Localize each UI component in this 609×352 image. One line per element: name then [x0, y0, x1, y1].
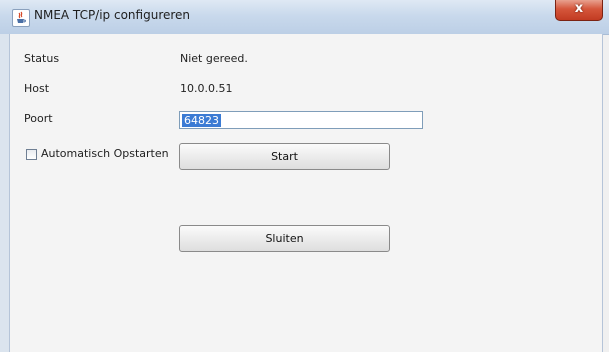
close-icon[interactable]: x [555, 0, 603, 21]
window-title: NMEA TCP/ip configureren [34, 8, 191, 22]
start-button[interactable]: Start [179, 143, 390, 170]
port-input-selected-text: 64823 [182, 114, 221, 127]
status-value: Niet gereed. [180, 52, 248, 65]
port-input[interactable]: 64823 [179, 111, 423, 129]
autostart-label[interactable]: Automatisch Opstarten [41, 147, 169, 160]
host-value: 10.0.0.51 [180, 82, 233, 95]
close-button[interactable]: Sluiten [179, 225, 390, 252]
port-label: Poort [24, 112, 53, 125]
autostart-checkbox[interactable] [26, 149, 37, 160]
status-label: Status [24, 52, 60, 65]
host-label: Host [24, 82, 50, 95]
java-app-icon [12, 9, 30, 27]
close-glyph: x [574, 1, 584, 16]
dialog-window: NMEA TCP/ip configureren x Status Niet g… [0, 0, 609, 352]
title-bar[interactable]: NMEA TCP/ip configureren x [0, 0, 609, 35]
window-left-border [0, 34, 9, 352]
dialog-content: Status Niet gereed. Host 10.0.0.51 Poort… [9, 34, 603, 352]
